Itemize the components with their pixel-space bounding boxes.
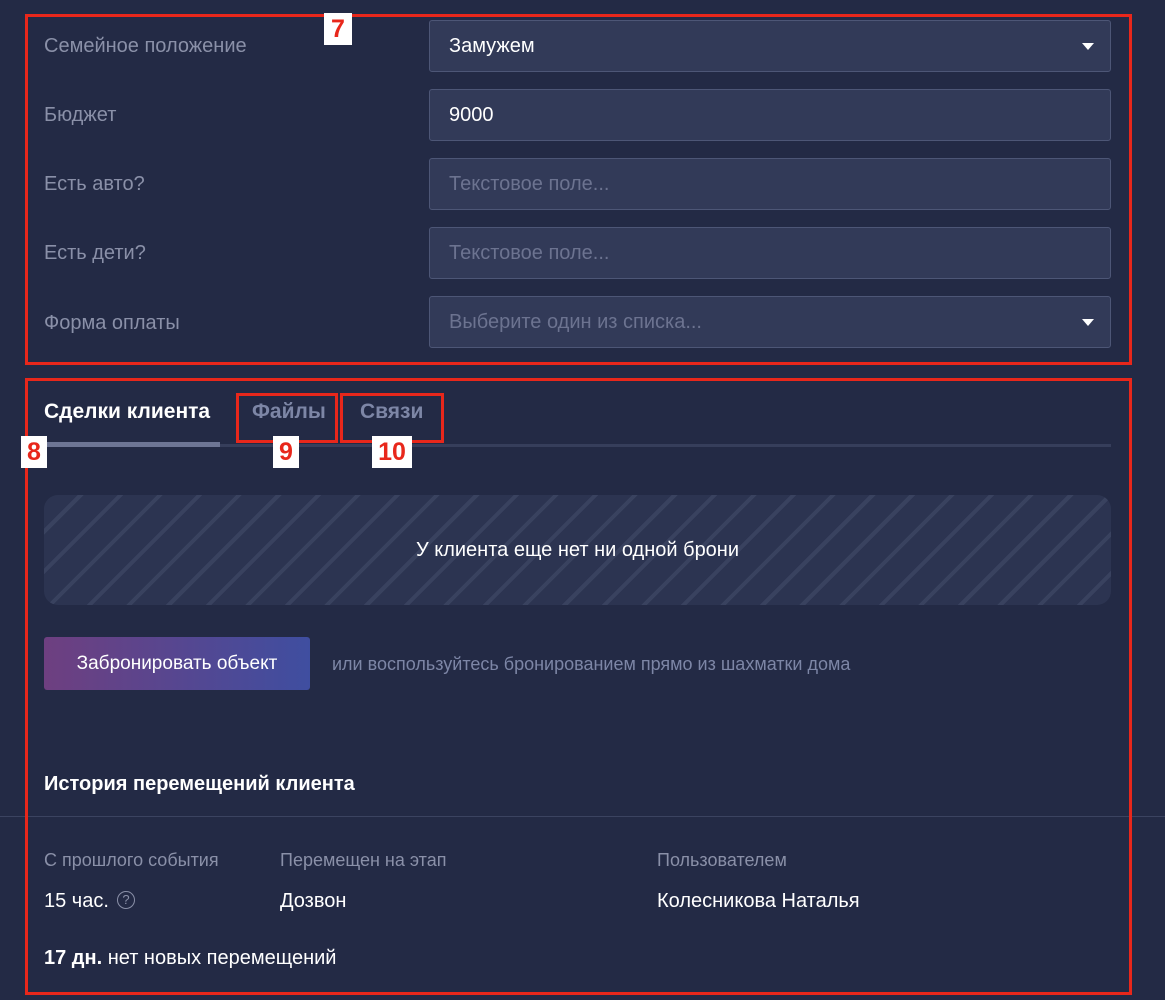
payment-form-placeholder: Выберите один из списка... [449,311,702,333]
annotation-label-8: 8 [21,436,47,468]
active-tab-indicator [44,442,220,447]
chevron-down-icon [1082,319,1094,326]
payment-form-label: Форма оплаты [44,312,180,334]
column-user-header: Пользователем [657,850,787,870]
payment-form-select[interactable]: Выберите один из списка... [429,296,1111,348]
tab-links[interactable]: Связи [360,400,423,424]
book-object-button[interactable]: Забронировать объект [44,637,310,690]
annotation-label-9: 9 [273,436,299,468]
budget-label: Бюджет [44,104,117,126]
no-moves-days: 17 дн. [44,947,103,969]
since-value: 15 час. [44,890,109,912]
stage-value: Дозвон [280,890,347,912]
marital-status-label: Семейное положение [44,35,247,57]
column-since-header: С прошлого события [44,850,219,870]
marital-status-value: Замужем [449,35,535,57]
has-car-input[interactable] [429,158,1111,210]
no-moves-text: нет новых перемещений [107,947,337,969]
annotation-label-7: 7 [324,13,352,45]
tab-files[interactable]: Файлы [252,400,326,424]
budget-input[interactable] [429,89,1111,141]
has-children-input[interactable] [429,227,1111,279]
no-moves-status: 17 дн. нет новых перемещений [44,947,336,970]
chevron-down-icon [1082,43,1094,50]
booking-hint: или воспользуйтесь бронированием прямо и… [332,654,851,674]
user-value: Колесникова Наталья [657,890,860,912]
has-children-label: Есть дети? [44,242,146,264]
help-icon[interactable]: ? [117,891,135,909]
annotation-label-10: 10 [372,436,412,468]
marital-status-select[interactable]: Замужем [429,20,1111,72]
history-title: История перемещений клиента [44,773,355,795]
tab-client-deals[interactable]: Сделки клиента [44,400,210,424]
no-bookings-placeholder: У клиента еще нет ни одной брони [44,495,1111,605]
no-bookings-text: У клиента еще нет ни одной брони [415,538,740,561]
has-car-label: Есть авто? [44,173,145,195]
divider [0,816,1165,817]
column-stage-header: Перемещен на этап [280,850,447,870]
